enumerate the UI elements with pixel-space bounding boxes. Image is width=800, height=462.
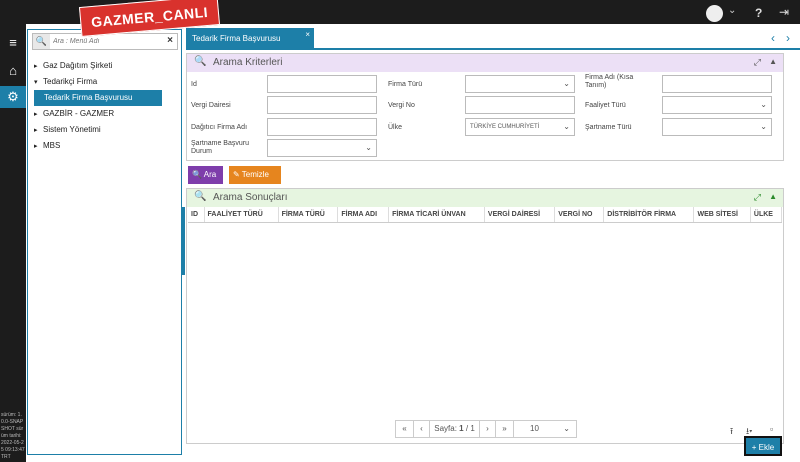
menu-item-tedarik-firma-basvurusu[interactable]: Tedarik Firma Başvurusu <box>34 90 162 106</box>
search-results-header: 🔍 Arama Sonuçları ⤢ ▲ <box>187 189 783 207</box>
menu-item-mbs[interactable]: ▸ MBS <box>34 138 174 154</box>
chevron-down-icon[interactable]: ⌄ <box>728 5 736 16</box>
column-web-sitesi[interactable]: WEB SİTESİ <box>693 207 751 223</box>
expand-icon[interactable]: ⤢ <box>754 57 761 68</box>
column-faaliyet-turu[interactable]: FAALİYET TÜRÜ <box>204 207 279 223</box>
menu-panel: 🔍 × ▸Gaz Dağıtım Şirketi ▾Tedarikçi Firm… <box>27 29 182 455</box>
vergi-dairesi-input[interactable] <box>267 96 377 114</box>
upload-icon[interactable]: ⭱ <box>730 424 733 440</box>
label-vergi-no: Vergi No <box>388 102 415 109</box>
chevron-down-icon: ⌄ <box>760 100 767 109</box>
id-input[interactable] <box>267 75 377 93</box>
chevron-down-icon: ⌄ <box>760 122 767 131</box>
sign-out-icon[interactable]: ⇥ <box>779 5 789 19</box>
menu-item-sistem-yonetimi[interactable]: ▸ Sistem Yönetimi <box>34 122 174 138</box>
user-avatar[interactable] <box>706 5 723 22</box>
ulke-select[interactable]: TÜRKİYE CUMHURİYETİ ⌄ <box>465 118 575 136</box>
chevron-down-icon: ⌄ <box>563 424 570 433</box>
panel-title: Arama Sonuçları <box>213 192 288 203</box>
dagitici-firma-input[interactable] <box>267 118 377 136</box>
menu-item-gaz-dagitim[interactable]: ▸ Gaz Dağıtım Şirketi <box>34 58 174 74</box>
vergi-no-input[interactable] <box>465 96 575 114</box>
menu-search-input[interactable] <box>53 35 163 48</box>
close-icon[interactable]: × <box>305 24 310 46</box>
chevron-down-icon: ⌄ <box>563 79 570 88</box>
plus-icon: + <box>751 443 757 452</box>
label-id: Id <box>191 81 197 88</box>
menu-tree: ▸ Gaz Dağıtım Şirketi ▾ Tedarikçi Firma Te… <box>34 58 174 154</box>
left-rail: ≡ ⌂ ⚙ sürüm: 1.0.0-SNAPSHOT sürüm tarihi… <box>0 24 26 462</box>
close-icon[interactable]: × <box>167 35 173 46</box>
column-firma-turu[interactable]: FİRMA TÜRÜ <box>278 207 339 223</box>
label-ulke: Ülke <box>388 124 403 131</box>
next-page-button[interactable]: › <box>480 421 496 437</box>
collapse-icon[interactable]: ▲ <box>769 57 777 66</box>
side-marker <box>182 207 185 275</box>
search-icon: 🔍 <box>33 34 50 49</box>
sartname-turu-select[interactable]: ⌄ <box>662 118 772 136</box>
label-faaliyet-turu: Faaliyet Türü <box>585 102 626 109</box>
search-criteria-header: 🔍 Arama Kriterleri ⤢ ▲ <box>187 54 783 72</box>
hamburger-menu-icon[interactable]: ≡ <box>0 32 26 54</box>
label-dagitici-firma-adi: Dağıtıcı Firma Adı <box>191 124 248 131</box>
prev-page-button[interactable]: ‹ <box>414 421 430 437</box>
last-page-button[interactable]: » <box>496 421 514 437</box>
temizle-button[interactable]: ✎ Temizle <box>229 166 281 184</box>
tab-bar: Tedarik Firma Başvurusu × ‹ › <box>186 28 800 50</box>
first-page-button[interactable]: « <box>396 421 414 437</box>
ekle-button[interactable]: + Ekle <box>744 436 782 456</box>
chevron-down-icon: ⌄ <box>365 143 372 152</box>
label-sartname-basvuru-durum: Şartname Başvuru Durum <box>191 140 249 155</box>
results-table: ID FAALİYET TÜRÜ FİRMA TÜRÜ FİRMA ADI Fİ… <box>188 207 783 223</box>
chevron-right-icon[interactable]: › <box>786 31 790 45</box>
column-distributor-firma[interactable]: DİSTRİBİTÖR FİRMA <box>603 207 695 223</box>
menu-item-gazbir-gazmer[interactable]: ▸ GAZBİR - GAZMER <box>34 106 174 122</box>
help-button[interactable]: ? <box>755 6 762 20</box>
pagination: « ‹ Sayfa: 1 / 1 › » 10 ⌄ <box>395 420 577 438</box>
menu-item-tedarikci-firma[interactable]: ▾ Tedarikçi Firma <box>34 74 174 90</box>
search-icon: 🔍 <box>192 170 202 179</box>
column-vergi-dairesi[interactable]: VERGİ DAİRESİ <box>484 207 556 223</box>
label-firma-turu: Firma Türü <box>388 81 423 88</box>
label-sartname-turu: Şartname Türü <box>585 124 632 131</box>
search-icon: 🔍 <box>194 191 207 202</box>
firma-turu-select[interactable]: ⌄ <box>465 75 575 93</box>
chevron-down-icon: ⌄ <box>563 122 570 131</box>
version-info: sürüm: 1.0.0-SNAPSHOT sürüm tarihi: 2022… <box>1 412 25 460</box>
document-icon[interactable]: ▫ <box>770 424 773 434</box>
eraser-icon: ✎ <box>233 170 240 179</box>
column-firma-adi[interactable]: FİRMA ADI <box>337 207 390 223</box>
home-icon[interactable]: ⌂ <box>0 60 26 82</box>
firma-adi-input[interactable] <box>662 75 772 93</box>
column-firma-ticari-unvan[interactable]: FİRMA TİCARİ ÜNVAN <box>388 207 485 223</box>
search-icon: 🔍 <box>194 56 207 67</box>
column-id[interactable]: ID <box>188 207 205 223</box>
chevron-left-icon[interactable]: ‹ <box>771 31 775 45</box>
ara-button[interactable]: 🔍 Ara <box>188 166 223 184</box>
gear-icon[interactable]: ⚙ <box>0 86 26 108</box>
table-header-row: ID FAALİYET TÜRÜ FİRMA TÜRÜ FİRMA ADI Fİ… <box>188 207 783 223</box>
page-size-select[interactable]: 10 ⌄ <box>514 421 576 437</box>
search-results-panel: 🔍 Arama Sonuçları ⤢ ▲ <box>186 188 784 444</box>
page-indicator: Sayfa: 1 / 1 <box>430 421 480 437</box>
expand-icon[interactable]: ⤢ <box>754 192 761 203</box>
faaliyet-turu-select[interactable]: ⌄ <box>662 96 772 114</box>
tab-tedarik-firma-basvurusu[interactable]: Tedarik Firma Başvurusu × <box>186 28 314 50</box>
column-vergi-no[interactable]: VERGİ NO <box>554 207 605 223</box>
column-ulke[interactable]: ÜLKE <box>750 207 783 223</box>
label-vergi-dairesi: Vergi Dairesi <box>191 102 231 109</box>
label-firma-adi-kisa: Firma Adı (Kısa Tanım) <box>585 74 634 89</box>
sartname-basvuru-durum-select[interactable]: ⌄ <box>267 139 377 157</box>
panel-title: Arama Kriterleri <box>213 57 283 68</box>
collapse-icon[interactable]: ▲ <box>769 192 777 201</box>
